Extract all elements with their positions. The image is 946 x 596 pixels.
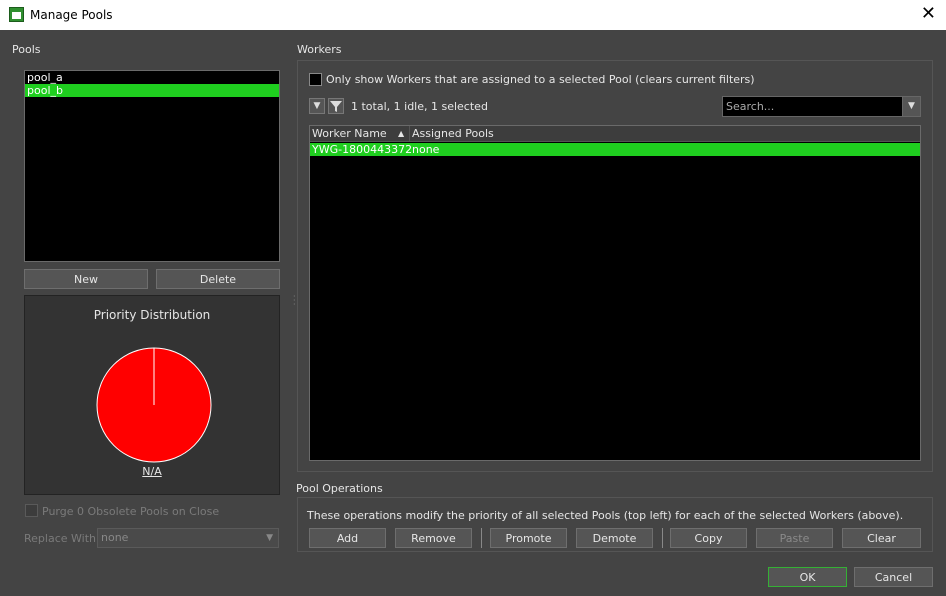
assigned-pools-cell: none [412,143,440,156]
pool-item-pool-a[interactable]: pool_a [25,71,279,84]
only-show-assigned-label: Only show Workers that are assigned to a… [326,73,755,86]
replace-with-label: Replace With: [24,532,100,545]
filter-icon[interactable] [328,98,344,114]
workers-table[interactable]: Worker Name ▲ Assigned Pools YWG-1800443… [309,125,921,461]
replace-with-select[interactable]: none ▼ [97,528,279,548]
separator [662,528,663,548]
pool-item-pool-b[interactable]: pool_b [25,84,279,97]
paste-button[interactable]: Paste [756,528,833,548]
remove-button[interactable]: Remove [395,528,472,548]
workers-section-label: Workers [297,43,342,56]
chart-legend-na: N/A [142,465,162,478]
column-header-worker-name[interactable]: Worker Name ▲ [310,126,410,142]
promote-button[interactable]: Promote [490,528,567,548]
cancel-button[interactable]: Cancel [854,567,933,587]
pool-operations-label: Pool Operations [296,482,383,495]
search-input[interactable]: Search... ▼ [722,96,921,117]
column-header-assigned-pools[interactable]: Assigned Pools [409,126,529,142]
splitter-handle[interactable]: · · · [293,293,296,309]
sort-ascending-icon: ▲ [398,129,405,138]
close-icon[interactable]: ✕ [921,4,936,24]
worker-name-cell: YWG-1800443372 [312,143,413,156]
demote-button[interactable]: Demote [576,528,653,548]
pool-operations-description: These operations modify the priority of … [307,509,904,522]
purge-checkbox[interactable] [25,504,38,517]
ok-button[interactable]: OK [768,567,847,587]
table-header: Worker Name ▲ Assigned Pools [310,126,920,142]
add-button[interactable]: Add [309,528,386,548]
replace-with-value: none [101,531,129,544]
pools-section-label: Pools [12,43,41,56]
table-row[interactable]: YWG-1800443372 none [310,143,920,156]
copy-button[interactable]: Copy [670,528,747,548]
separator [481,528,482,548]
only-show-assigned-checkbox[interactable] [309,73,322,86]
new-pool-button[interactable]: New [24,269,148,289]
priority-distribution-chart: Priority Distribution N/A [24,295,280,495]
workers-status-text: 1 total, 1 idle, 1 selected [351,100,488,113]
dropdown-arrow-icon[interactable]: ▼ [309,98,325,114]
chevron-down-icon: ▼ [266,533,273,543]
title-bar: Manage Pools ✕ [0,0,946,30]
clear-button[interactable]: Clear [842,528,921,548]
purge-label: Purge 0 Obsolete Pools on Close [42,505,220,518]
app-icon [9,7,24,22]
window-title: Manage Pools [30,8,113,22]
pool-list[interactable]: pool_a pool_b [24,70,280,262]
search-dropdown-icon[interactable]: ▼ [902,97,920,116]
search-placeholder: Search... [726,100,775,113]
delete-pool-button[interactable]: Delete [156,269,280,289]
